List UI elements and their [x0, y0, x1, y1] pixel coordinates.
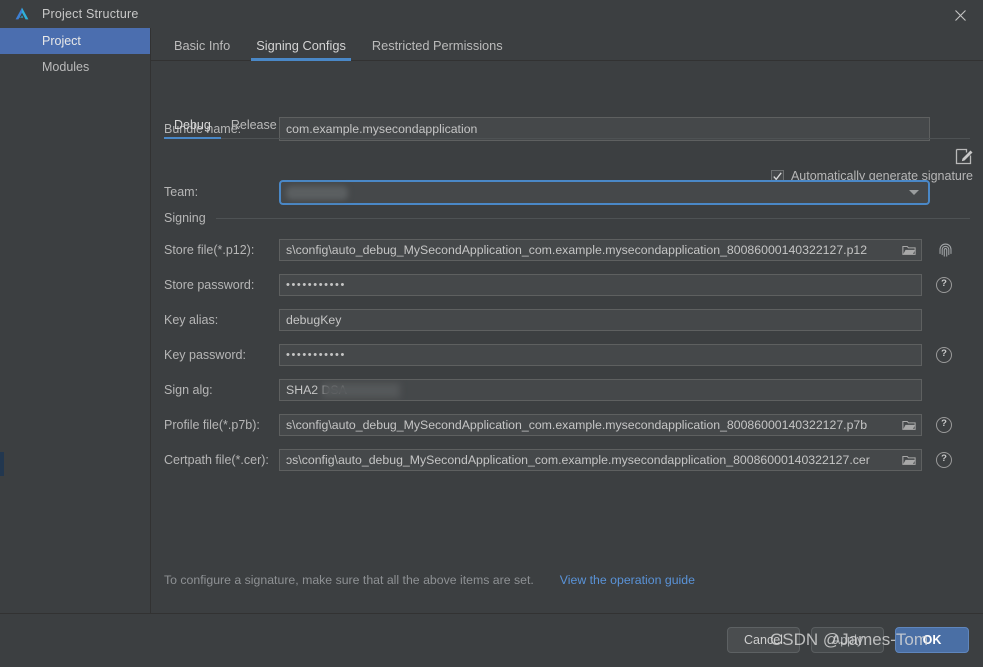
tab-signing-configs[interactable]: Signing Configs	[243, 38, 359, 61]
key-alias-value: debugKey	[286, 313, 342, 327]
tab-restricted-permissions[interactable]: Restricted Permissions	[359, 38, 516, 60]
key-alias-row: Key alias: debugKey	[164, 309, 922, 331]
team-dropdown[interactable]	[279, 180, 930, 205]
fingerprint-icon[interactable]	[937, 241, 954, 260]
key-alias-label: Key alias:	[164, 313, 219, 327]
sign-alg-row: Sign alg: SHA2 DSA	[164, 379, 922, 401]
store-password-input[interactable]: •••••••••••	[279, 274, 922, 296]
key-password-input[interactable]: •••••••••••	[279, 344, 922, 366]
help-icon[interactable]: ?	[936, 277, 952, 293]
apply-button[interactable]: Apply	[811, 627, 884, 653]
window-title: Project Structure	[42, 7, 139, 21]
key-alias-input[interactable]: debugKey	[279, 309, 922, 331]
editor-edge-marker	[0, 452, 4, 476]
tab-basic-info[interactable]: Basic Info	[161, 38, 243, 60]
footer-note: To configure a signature, make sure that…	[164, 573, 695, 587]
profile-file-input[interactable]: s\config\auto_debug_MySecondApplication_…	[279, 414, 922, 436]
folder-icon[interactable]	[902, 244, 916, 256]
edit-pencil-icon[interactable]	[954, 146, 975, 167]
folder-icon[interactable]	[902, 419, 916, 431]
sidebar: Project Modules	[0, 28, 151, 628]
sign-alg-value: SHA2 DSA	[286, 383, 347, 397]
store-file-label: Store file(*.p12):	[164, 243, 255, 257]
tab-release[interactable]: Release	[221, 118, 287, 138]
store-password-row: Store password: ••••••••••• ?	[164, 274, 952, 296]
signing-group-header: Signing	[164, 211, 970, 225]
main-panel: Basic Info Signing Configs Restricted Pe…	[151, 28, 983, 613]
team-row: Team:	[164, 185, 198, 199]
store-password-label: Store password:	[164, 278, 255, 292]
certpath-file-input[interactable]: ɔs\config\auto_debug_MySecondApplication…	[279, 449, 922, 471]
ok-button[interactable]: OK	[895, 627, 969, 653]
chevron-down-icon	[909, 190, 919, 195]
profile-file-row: Profile file(*.p7b): s\config\auto_debug…	[164, 414, 952, 436]
footer-note-text: To configure a signature, make sure that…	[164, 573, 534, 587]
group-divider	[215, 217, 970, 219]
certpath-file-row: Certpath file(*.cer): ɔs\config\auto_deb…	[164, 449, 952, 471]
store-file-row: Store file(*.p12): s\config\auto_debug_M…	[164, 239, 954, 261]
sidebar-item-project[interactable]: Project	[0, 28, 150, 54]
window-titlebar: Project Structure	[0, 0, 983, 29]
key-password-label: Key password:	[164, 348, 246, 362]
help-icon[interactable]: ?	[936, 417, 952, 433]
close-icon[interactable]	[949, 4, 971, 26]
profile-file-label: Profile file(*.p7b):	[164, 418, 260, 432]
signing-group-label: Signing	[164, 211, 206, 225]
dialog-button-bar: Cancel Apply OK	[0, 613, 983, 667]
cancel-button[interactable]: Cancel	[727, 627, 800, 653]
team-value-redacted	[286, 185, 348, 200]
deveco-triangle-icon	[15, 7, 29, 20]
sidebar-item-modules[interactable]: Modules	[0, 54, 150, 80]
key-password-value: •••••••••••	[286, 349, 346, 361]
certpath-file-label: Certpath file(*.cer):	[164, 453, 269, 467]
store-password-value: •••••••••••	[286, 279, 346, 291]
tab-bar: Basic Info Signing Configs Restricted Pe…	[151, 28, 983, 61]
tab-debug[interactable]: Debug	[164, 118, 221, 139]
key-password-row: Key password: ••••••••••• ?	[164, 344, 952, 366]
team-label: Team:	[164, 185, 199, 199]
store-file-input[interactable]: s\config\auto_debug_MySecondApplication_…	[279, 239, 922, 261]
help-icon[interactable]: ?	[936, 347, 952, 363]
help-icon[interactable]: ?	[936, 452, 952, 468]
store-file-value: s\config\auto_debug_MySecondApplication_…	[286, 243, 868, 257]
sign-alg-input[interactable]: SHA2 DSA	[279, 379, 922, 401]
operation-guide-link[interactable]: View the operation guide	[560, 573, 695, 587]
profile-file-value: s\config\auto_debug_MySecondApplication_…	[286, 418, 868, 432]
certpath-file-value: ɔs\config\auto_debug_MySecondApplication…	[286, 453, 870, 467]
folder-icon[interactable]	[902, 454, 916, 466]
sign-alg-label: Sign alg:	[164, 383, 213, 397]
build-variant-tabs: Debug Release	[164, 111, 970, 139]
